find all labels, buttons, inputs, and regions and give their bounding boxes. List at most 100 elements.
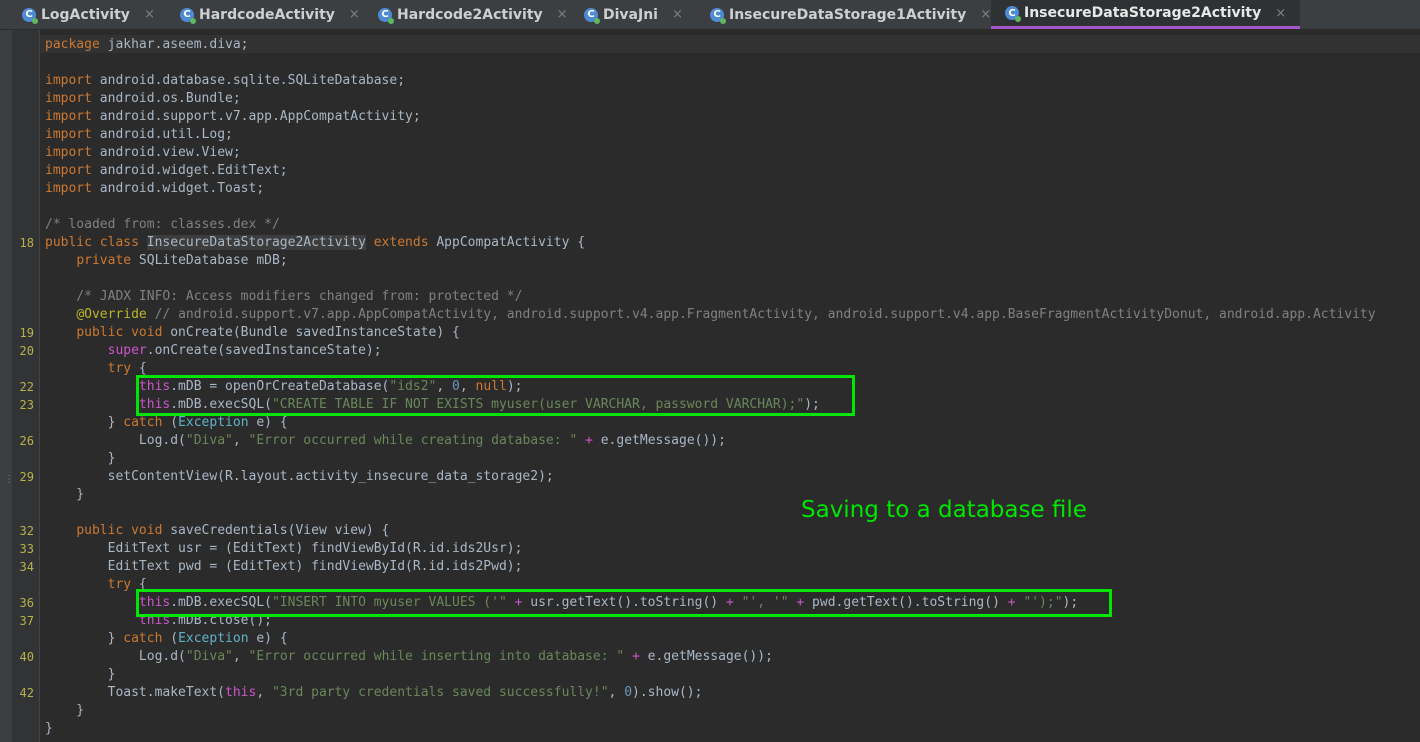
code-line-import[interactable]: import android.util.Log; — [45, 126, 233, 144]
tab-label: LogActivity — [41, 6, 130, 23]
code-token: e) { — [248, 631, 288, 646]
code-token: onCreate(Bundle savedInstanceState) { — [162, 325, 460, 340]
code-line-pwd[interactable]: EditText pwd = (EditText) findViewById(R… — [45, 558, 523, 576]
code-token: android.widget.EditText; — [91, 163, 288, 178]
code-line-oncreate[interactable]: public void onCreate(Bundle savedInstanc… — [45, 324, 460, 342]
code-line-comment[interactable]: /* JADX INFO: Access modifiers changed f… — [45, 288, 522, 306]
code-line-brace[interactable]: } — [45, 702, 84, 720]
code-line-log[interactable]: Log.d("Diva", "Error occurred while inse… — [45, 648, 773, 666]
code-line-catch[interactable]: } catch (Exception e) { — [45, 630, 288, 648]
line-number: 26 — [19, 434, 34, 448]
line-number: 18 — [19, 236, 34, 250]
code-token: { — [131, 361, 147, 376]
code-line-import[interactable]: import android.os.Bundle; — [45, 90, 241, 108]
close-icon[interactable]: × — [557, 7, 568, 22]
line-number: 42 — [19, 686, 34, 700]
code-token: , — [232, 433, 249, 448]
tab-hardcode-activity[interactable]: C HardcodeActivity × — [180, 0, 360, 29]
tab-insecure-data-storage2[interactable]: C InsecureDataStorage2Activity × — [991, 0, 1301, 29]
code-line-brace[interactable]: } — [45, 486, 84, 504]
code-token: "3rd party credentials saved successfull… — [271, 685, 609, 700]
code-line-usr[interactable]: EditText usr = (EditText) findViewById(R… — [45, 540, 523, 558]
code-token: InsecureDataStorage2Activity — [146, 235, 366, 250]
code-line-log[interactable]: Log.d("Diva", "Error occurred while crea… — [45, 432, 726, 450]
java-class-icon: C — [378, 7, 394, 24]
line-number: 36 — [19, 596, 34, 610]
code-line-import[interactable]: import android.database.sqlite.SQLiteDat… — [45, 72, 405, 90]
tab-label: Hardcode2Activity — [397, 6, 543, 23]
tab-diva-jni[interactable]: C DivaJni × — [584, 0, 683, 29]
code-line-brace[interactable]: } — [45, 450, 116, 468]
line-number: 20 — [19, 344, 34, 358]
tab-log-activity[interactable]: C LogActivity × — [22, 0, 155, 29]
code-token: android.database.sqlite.SQLiteDatabase; — [91, 73, 406, 88]
line-number: 29 — [19, 470, 34, 484]
code-token: , — [256, 685, 272, 700]
code-line-toast[interactable]: Toast.makeText(this, "3rd party credenti… — [45, 684, 703, 702]
code-line-set-content-view[interactable]: setContentView(R.layout.activity_insecur… — [45, 468, 554, 486]
code-token: android.support.v7.app.AppCompatActivity… — [91, 109, 421, 124]
code-token: AppCompatActivity { — [428, 235, 586, 250]
code-token: "Diva" — [185, 649, 233, 664]
tab-insecure-data-storage1[interactable]: C InsecureDataStorage1Activity × — [710, 0, 991, 29]
code-token: , — [608, 685, 625, 700]
code-token: import — [45, 145, 92, 160]
code-token: private — [76, 253, 132, 268]
close-icon[interactable]: × — [349, 7, 360, 22]
code-token: Exception — [178, 631, 249, 646]
code-line-import[interactable]: import android.widget.EditText; — [45, 162, 288, 180]
code-line-import[interactable]: import android.view.View; — [45, 144, 241, 162]
code-token: e.getMessage()); — [592, 433, 726, 448]
code-token: android.util.Log; — [91, 127, 233, 142]
code-token: try — [107, 361, 132, 376]
tab-hardcode2-activity[interactable]: C Hardcode2Activity × — [378, 0, 568, 29]
tab-label: InsecureDataStorage2Activity — [1024, 5, 1262, 21]
code-line-super-call[interactable]: super.onCreate(savedInstanceState); — [45, 342, 382, 360]
code-token: public void — [76, 523, 163, 538]
tab-label: InsecureDataStorage1Activity — [729, 6, 967, 23]
line-number: 33 — [19, 542, 34, 556]
code-line-brace[interactable]: } — [45, 720, 53, 738]
code-line-comment[interactable]: /* loaded from: classes.dex */ — [45, 216, 280, 234]
code-line-field[interactable]: private SQLiteDatabase mDB; — [45, 252, 288, 270]
code-token: import — [45, 73, 92, 88]
code-line-brace[interactable]: } — [45, 666, 116, 684]
code-token: } — [45, 415, 124, 430]
code-token: extends — [373, 235, 429, 250]
code-line-try[interactable]: try { — [45, 576, 147, 594]
code-token: import — [45, 127, 92, 142]
close-icon[interactable]: × — [1275, 6, 1286, 21]
code-line-override[interactable]: @Override // android.support.v7.app.AppC… — [45, 306, 1375, 324]
code-line-import[interactable]: import android.widget.Toast; — [45, 180, 264, 198]
code-line-catch[interactable]: } catch (Exception e) { — [45, 414, 288, 432]
code-token: @Override — [76, 307, 147, 322]
code-token: SQLiteDatabase mDB; — [131, 253, 288, 268]
code-token: catch — [123, 415, 163, 430]
code-token: 0 — [624, 685, 633, 700]
close-icon[interactable]: × — [672, 7, 683, 22]
code-token: import — [45, 91, 92, 106]
java-class-icon: C — [180, 7, 196, 24]
code-token: Toast.makeText( — [45, 685, 226, 700]
code-token: public void — [76, 325, 163, 340]
code-line-save-credentials[interactable]: public void saveCredentials(View view) { — [45, 522, 389, 540]
code-line-class-declaration[interactable]: public class InsecureDataStorage2Activit… — [45, 234, 585, 252]
code-token: saveCredentials(View view) { — [162, 523, 390, 538]
line-number: 40 — [19, 650, 34, 664]
code-token: Exception — [178, 415, 249, 430]
close-icon[interactable]: × — [144, 7, 155, 22]
code-line-try[interactable]: try { — [45, 360, 147, 378]
code-token: + — [585, 433, 593, 448]
code-line-package[interactable]: package jakhar.aseem.diva; — [45, 36, 249, 54]
close-icon[interactable]: × — [980, 7, 991, 22]
code-line-import[interactable]: import android.support.v7.app.AppCompatA… — [45, 108, 421, 126]
code-token: "Diva" — [185, 433, 233, 448]
